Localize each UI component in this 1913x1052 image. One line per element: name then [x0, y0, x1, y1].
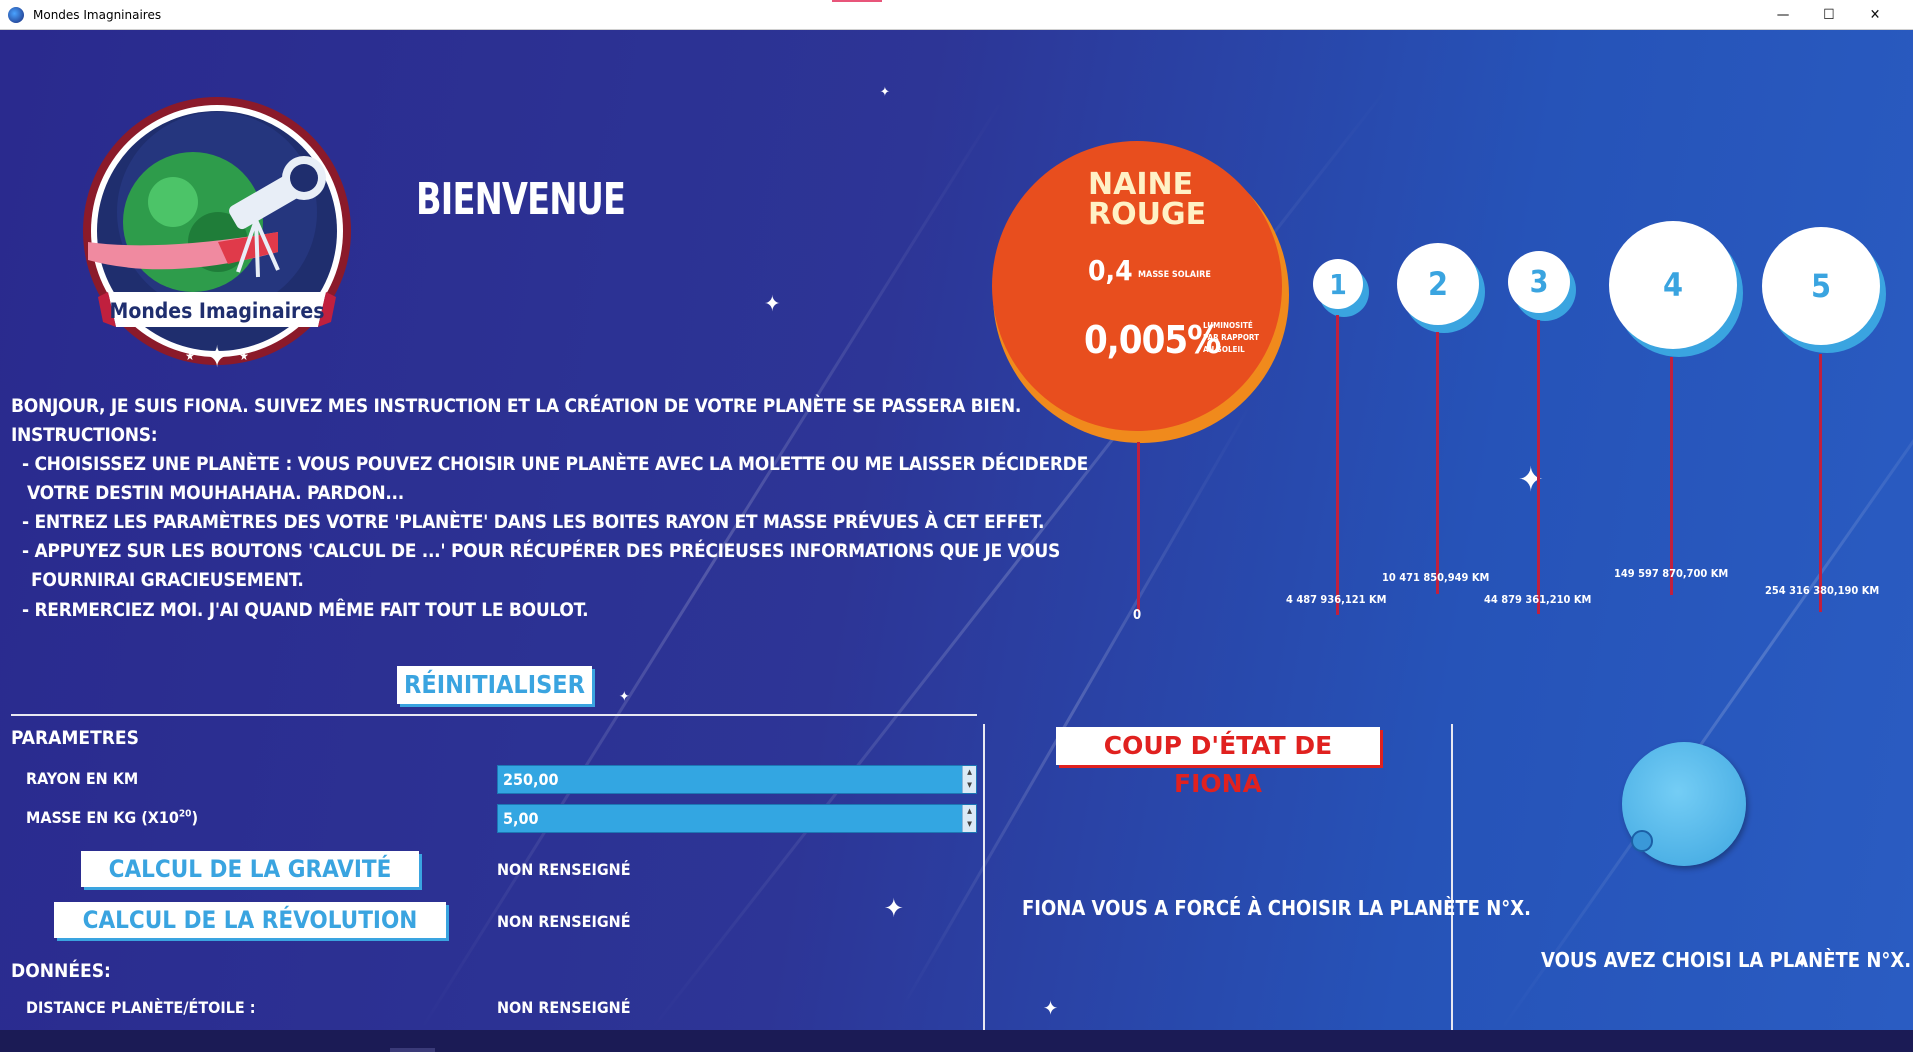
stepper-down-icon[interactable]: ▼ [963, 818, 976, 831]
planet-dial[interactable] [1622, 742, 1746, 866]
svg-text:★: ★ [239, 349, 249, 363]
planet-3-stem [1537, 320, 1540, 614]
star-stem [1137, 442, 1140, 612]
params-heading: Parametres [11, 727, 139, 749]
planet-3-button[interactable]: 3 [1508, 251, 1570, 313]
mondes-imaginaires-logo: Mondes Imaginaires ✦ ★ ★ [83, 97, 351, 370]
close-button[interactable]: ✕ [1852, 0, 1898, 30]
masse-label-text: Masse en kg (x10 [26, 808, 179, 827]
gravity-result: NON RENSEIGNÉ [497, 860, 631, 879]
planet-2-distance: 10 471 850,949 KM [1382, 571, 1490, 584]
origin-label: 0 [1133, 608, 1142, 623]
titlebar-accent [832, 0, 882, 2]
stepper-up-icon[interactable]: ▲ [963, 805, 976, 818]
rayon-stepper[interactable]: ▲ ▼ [962, 766, 976, 793]
calc-gravity-button[interactable]: CALCUL DE LA GRAVITÉ [81, 851, 419, 887]
star-name: NAINE ROUGE [1088, 170, 1206, 230]
planet-4-distance: 149 597 870,700 KM [1614, 567, 1729, 580]
rayon-spinbox[interactable]: 250,00 ▲ ▼ [497, 765, 977, 794]
masse-value[interactable]: 5,00 [503, 809, 539, 828]
instruction-line: - Choisissez une planète : vous pouvez c… [22, 453, 1088, 475]
star-name-line1: NAINE [1088, 167, 1194, 202]
instruction-line: votre destin MOUHAHAHA. Pardon... [27, 482, 404, 504]
star-luminosity-value: 0,005% [1084, 318, 1221, 362]
app-main: ✦ ✦ ✦ ✦ ✦ ✦ ✦ Mondes Imaginaires ✦ ★ ★ B… [0, 30, 1913, 1030]
instruction-line: - Entrez les paramètres des votre 'planè… [22, 511, 1045, 533]
planet-2-button[interactable]: 2 [1397, 243, 1479, 325]
lum-label-line: PAR RAPPORT [1203, 333, 1260, 342]
logo-text: Mondes Imaginaires [110, 299, 325, 323]
masse-spinbox[interactable]: 5,00 ▲ ▼ [497, 804, 977, 833]
planet-3-distance: 44 879 361,210 KM [1484, 593, 1592, 606]
stepper-up-icon[interactable]: ▲ [963, 766, 976, 779]
distance-label: Distance Planète/Étoile : [26, 998, 256, 1017]
svg-text:★: ★ [185, 349, 195, 363]
background-streak [898, 404, 1252, 1013]
app-icon [8, 6, 24, 23]
masse-label: Masse en kg (x1020) [26, 808, 198, 827]
revolution-result: NON RENSEIGNÉ [497, 912, 631, 931]
window-titlebar: Mondes Imagninaires — ☐ ✕ [0, 0, 1913, 30]
lum-label-line: AU SOLEIL [1203, 345, 1245, 354]
star-name-line2: ROUGE [1088, 197, 1207, 232]
planet-1-stem [1336, 315, 1339, 615]
section-divider [1451, 724, 1453, 1030]
instruction-line: Bonjour, je suis Fiona. Suivez mes instr… [11, 395, 1022, 417]
planet-5-button[interactable]: 5 [1762, 227, 1880, 345]
planet-5-distance: 254 316 380,190 KM [1765, 584, 1880, 597]
masse-label-close: ) [191, 808, 199, 827]
section-divider [11, 714, 977, 716]
fiona-forced-text: Fiona vous a forcé à choisir la planète … [1022, 896, 1531, 920]
rayon-value[interactable]: 250,00 [503, 770, 559, 789]
instruction-line: - Rermerciez moi. J'ai quand même fait t… [22, 599, 589, 621]
window-title: Mondes Imagninaires [33, 7, 162, 22]
instruction-line: Instructions: [11, 424, 158, 446]
calc-revolution-button[interactable]: CALCUL DE LA RÉVOLUTION [54, 902, 446, 938]
bottom-bar-segment [390, 1048, 435, 1052]
planet-4-stem [1670, 357, 1673, 595]
dial-knob-icon[interactable] [1631, 830, 1653, 852]
lum-label-line: LUMINOSITÉ [1203, 321, 1253, 330]
background-streak [1498, 293, 1913, 1030]
coup-detat-button[interactable]: COUP D'ÉTAT DE FIONA [1056, 727, 1380, 798]
masse-exponent: 20 [178, 808, 192, 820]
planet-1-distance: 4 487 936,121 KM [1286, 593, 1387, 606]
star-mass-value: 0,4 [1088, 254, 1133, 287]
instruction-line: - Appuyez sur les boutons 'Calcul de ...… [22, 540, 1060, 562]
section-divider [983, 724, 985, 1030]
star-luminosity-label: LUMINOSITÉ PAR RAPPORT AU SOLEIL [1203, 320, 1259, 356]
svg-text:✦: ✦ [206, 340, 229, 370]
masse-stepper[interactable]: ▲ ▼ [962, 805, 976, 832]
chosen-planet-text: Vous avez choisi la planète n°X. [1541, 948, 1912, 972]
planet-5-stem [1819, 354, 1822, 612]
planet-4-button[interactable]: 4 [1609, 221, 1737, 349]
sparkle-icon: ✦ [764, 292, 781, 317]
stepper-down-icon[interactable]: ▼ [963, 779, 976, 792]
rayon-label: Rayon en km [26, 769, 139, 788]
minimize-button[interactable]: — [1760, 0, 1806, 30]
welcome-heading: BIENVENUE [416, 174, 626, 225]
sparkle-icon: ✦ [880, 85, 890, 100]
maximize-button[interactable]: ☐ [1806, 0, 1852, 30]
distance-value: NON RENSEIGNÉ [497, 998, 631, 1017]
star-mass-label: MASSE SOLAIRE [1138, 270, 1211, 280]
planet-1-button[interactable]: 1 [1313, 259, 1363, 309]
reset-button[interactable]: RÉINITIALISER [397, 666, 592, 704]
bottom-bar [0, 1030, 1913, 1052]
sparkle-icon: ✦ [884, 894, 904, 924]
donnees-heading: Données: [11, 960, 111, 982]
planet-2-stem [1436, 332, 1439, 594]
sparkle-icon: ✦ [1043, 996, 1059, 1020]
instruction-line: fournirai gracieusement. [31, 569, 304, 591]
sparkle-icon: ✦ [619, 689, 630, 705]
